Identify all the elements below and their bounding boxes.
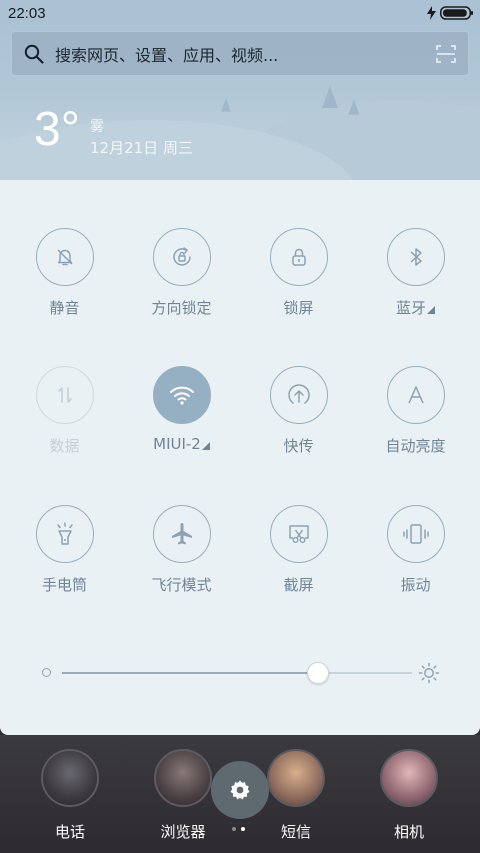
data-arrows-icon: [57, 387, 72, 403]
page-dot: [241, 827, 245, 831]
toggle-lock-screen[interactable]: 锁屏: [240, 228, 357, 318]
scan-icon[interactable]: [436, 44, 456, 63]
toggle-screenshot[interactable]: 截屏: [240, 505, 357, 595]
status-bar: 22:03: [0, 0, 480, 26]
app-label: 浏览器: [160, 823, 206, 841]
more-indicator-icon: [201, 442, 210, 450]
toggle-circle[interactable]: [35, 505, 94, 563]
toggle-circle[interactable]: [269, 505, 328, 563]
toggle-label: 蓝牙: [357, 297, 474, 318]
toggle-label: 快传: [283, 437, 314, 455]
status-icons: [427, 6, 474, 20]
more-indicator-icon: [427, 306, 435, 314]
toggle-rotation-lock[interactable]: 方向锁定: [123, 228, 240, 318]
gear-icon: [230, 780, 250, 800]
toggle-wifi[interactable]: MIUI-2: [123, 366, 240, 453]
auto-brightness-icon: [407, 386, 424, 404]
bell-off-icon: [56, 249, 73, 266]
toggle-label: 静音: [49, 299, 80, 317]
toggle-bluetooth[interactable]: 蓝牙: [357, 228, 474, 318]
bluetooth-icon: [409, 248, 422, 266]
toggle-circle[interactable]: [269, 366, 328, 424]
phone-app-icon[interactable]: [41, 749, 99, 807]
upload-icon: [287, 384, 310, 404]
lock-icon: [291, 248, 306, 266]
toggle-label: MIUI-2: [123, 435, 240, 453]
app-camera[interactable]: 相机: [359, 749, 459, 842]
toggle-circle[interactable]: [35, 366, 94, 424]
brightness-high-icon: [418, 662, 440, 684]
toggle-label: 锁屏: [283, 299, 314, 317]
messages-app-icon[interactable]: [267, 749, 325, 807]
camera-app-icon[interactable]: [380, 749, 438, 807]
browser-app-icon[interactable]: [154, 749, 212, 807]
search-input[interactable]: 搜索网页、设置、应用、视频...: [55, 42, 436, 66]
wallpaper-tree: [322, 86, 338, 108]
toggle-label-text: 蓝牙: [395, 299, 426, 317]
search-icon: [24, 44, 44, 64]
brightness-slider[interactable]: [40, 662, 444, 684]
toggle-label: 数据: [49, 437, 80, 455]
weather-temperature[interactable]: 3°: [34, 106, 80, 154]
rotation-lock-icon: [172, 247, 191, 266]
toggle-vibrate[interactable]: 振动: [357, 505, 474, 595]
toggle-circle[interactable]: [269, 228, 328, 286]
battery-icon: [440, 6, 473, 20]
charging-icon: [427, 6, 436, 20]
toggle-quick-transfer[interactable]: 快传: [240, 366, 357, 456]
airplane-icon: [171, 523, 192, 545]
toggle-label-text: MIUI-2: [153, 435, 201, 453]
toggle-circle[interactable]: [386, 366, 445, 424]
page-dot: [232, 827, 236, 831]
toggle-label: 截屏: [283, 576, 314, 594]
toggle-flashlight[interactable]: 手电筒: [6, 505, 123, 595]
slider-thumb[interactable]: [306, 662, 329, 684]
status-time: 22:03: [8, 4, 46, 22]
wallpaper-tree: [348, 99, 360, 115]
app-label: 短信: [280, 823, 311, 841]
toggle-label: 手电筒: [41, 576, 87, 594]
toggle-mobile-data[interactable]: 数据: [6, 366, 123, 456]
toggle-silent[interactable]: 静音: [6, 228, 123, 318]
vibrate-icon: [402, 524, 429, 544]
settings-button[interactable]: [211, 761, 269, 819]
page-indicator: [232, 827, 245, 831]
toggle-label: 方向锁定: [151, 299, 212, 317]
brightness-low-icon: [42, 668, 51, 677]
toggle-label: 振动: [400, 576, 431, 594]
screenshot-icon: [288, 525, 309, 543]
wallpaper-tree: [221, 98, 231, 112]
slider-fill: [62, 672, 318, 674]
toggle-circle[interactable]: [386, 228, 445, 286]
wifi-icon: [169, 386, 194, 405]
toggle-label: 自动亮度: [385, 437, 446, 455]
toggle-circle[interactable]: [386, 505, 445, 563]
search-bar[interactable]: 搜索网页、设置、应用、视频...: [11, 31, 469, 76]
toggle-auto-brightness[interactable]: 自动亮度: [357, 366, 474, 456]
toggle-circle[interactable]: [152, 366, 211, 424]
app-label: 电话: [54, 823, 85, 841]
toggle-airplane-mode[interactable]: 飞行模式: [123, 505, 240, 595]
quick-settings-panel: 静音 方向锁定 锁屏 蓝牙 数据 MIUI-2 快传 自动亮度 手电筒 飞行模式…: [0, 180, 480, 735]
weather-condition: 雾: [90, 119, 104, 135]
app-phone[interactable]: 电话: [20, 749, 120, 842]
weather-date: 12月21日 周三: [90, 139, 193, 157]
toggle-circle[interactable]: [35, 228, 94, 286]
toggle-label: 飞行模式: [151, 576, 212, 594]
app-label: 相机: [393, 823, 424, 841]
toggle-circle[interactable]: [152, 228, 211, 286]
flashlight-icon: [56, 522, 73, 545]
toggle-circle[interactable]: [152, 505, 211, 563]
